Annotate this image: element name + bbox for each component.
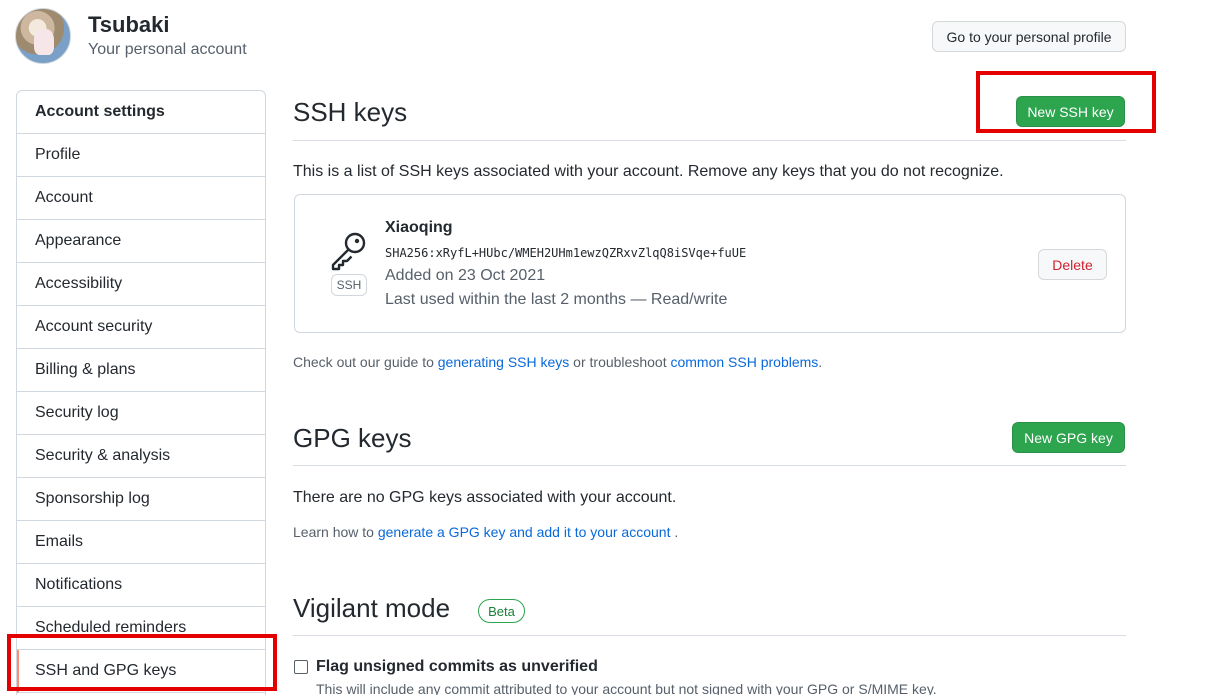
sidebar-item-profile[interactable]: Profile [17,134,265,177]
key-icon [331,232,366,271]
ssh-guide-suffix: . [818,354,823,370]
sidebar-item-account-security[interactable]: Account security [17,306,265,349]
vigilant-mode-note: This will include any commit attributed … [316,681,937,695]
avatar[interactable] [15,8,71,64]
generate-gpg-key-link[interactable]: generate a GPG key and add it to your ac… [378,524,671,540]
gpg-divider [293,465,1126,466]
sidebar-item-appearance[interactable]: Appearance [17,220,265,263]
ssh-description: This is a list of SSH keys associated wi… [293,163,1004,180]
sidebar-item-ssh-gpg-keys[interactable]: SSH and GPG keys [17,650,265,693]
settings-sidebar: Account settings Profile Account Appeara… [16,90,266,695]
gpg-learn-prefix: Learn how to [293,524,378,540]
sidebar-item-security-log[interactable]: Security log [17,392,265,435]
sidebar-item-account[interactable]: Account [17,177,265,220]
sidebar-item-sponsorship-log[interactable]: Sponsorship log [17,478,265,521]
ssh-key-card [294,194,1126,333]
new-ssh-key-button[interactable]: New SSH key [1016,96,1125,127]
flag-unsigned-commits-checkbox[interactable] [294,660,308,674]
vigilant-mode-title: Vigilant mode [293,593,451,623]
sidebar-item-scheduled-reminders[interactable]: Scheduled reminders [17,607,265,650]
beta-badge: Beta [478,599,525,623]
ssh-key-name: Xiaoqing [385,219,453,236]
flag-unsigned-commits-label[interactable]: Flag unsigned commits as unverified [316,658,598,676]
delete-ssh-key-button[interactable]: Delete [1038,249,1107,280]
ssh-guide-text: Check out our guide to generating SSH ke… [293,354,822,370]
gpg-learn-suffix: . [670,524,679,540]
ssh-keys-title: SSH keys [293,97,408,127]
ssh-key-fingerprint: SHA256:xRyfL+HUbc/WMEH2UHm1ewzQZRxvZlqQ8… [385,246,747,260]
new-gpg-key-button[interactable]: New GPG key [1012,422,1125,453]
ssh-key-added-date: Added on 23 Oct 2021 [385,267,546,284]
sidebar-item-security-analysis[interactable]: Security & analysis [17,435,265,478]
sidebar-item-billing[interactable]: Billing & plans [17,349,265,392]
sidebar-item-notifications[interactable]: Notifications [17,564,265,607]
ssh-divider [293,140,1126,141]
account-subtitle: Your personal account [88,41,247,58]
generating-ssh-keys-link[interactable]: generating SSH keys [438,354,570,370]
common-ssh-problems-link[interactable]: common SSH problems [670,354,818,370]
sidebar-item-accessibility[interactable]: Accessibility [17,263,265,306]
sidebar-item-emails[interactable]: Emails [17,521,265,564]
ssh-guide-middle: or troubleshoot [569,354,671,370]
user-name: Tsubaki [88,12,170,37]
gpg-empty-text: There are no GPG keys associated with yo… [293,489,677,506]
gpg-learn-text: Learn how to generate a GPG key and add … [293,524,678,540]
ssh-type-badge: SSH [331,274,367,296]
ssh-guide-prefix: Check out our guide to [293,354,438,370]
vigilant-divider [293,635,1126,636]
sidebar-heading: Account settings [17,91,265,134]
go-to-profile-button[interactable]: Go to your personal profile [932,21,1126,52]
ssh-key-last-used: Last used within the last 2 months — Rea… [385,291,728,308]
gpg-keys-title: GPG keys [293,423,412,453]
